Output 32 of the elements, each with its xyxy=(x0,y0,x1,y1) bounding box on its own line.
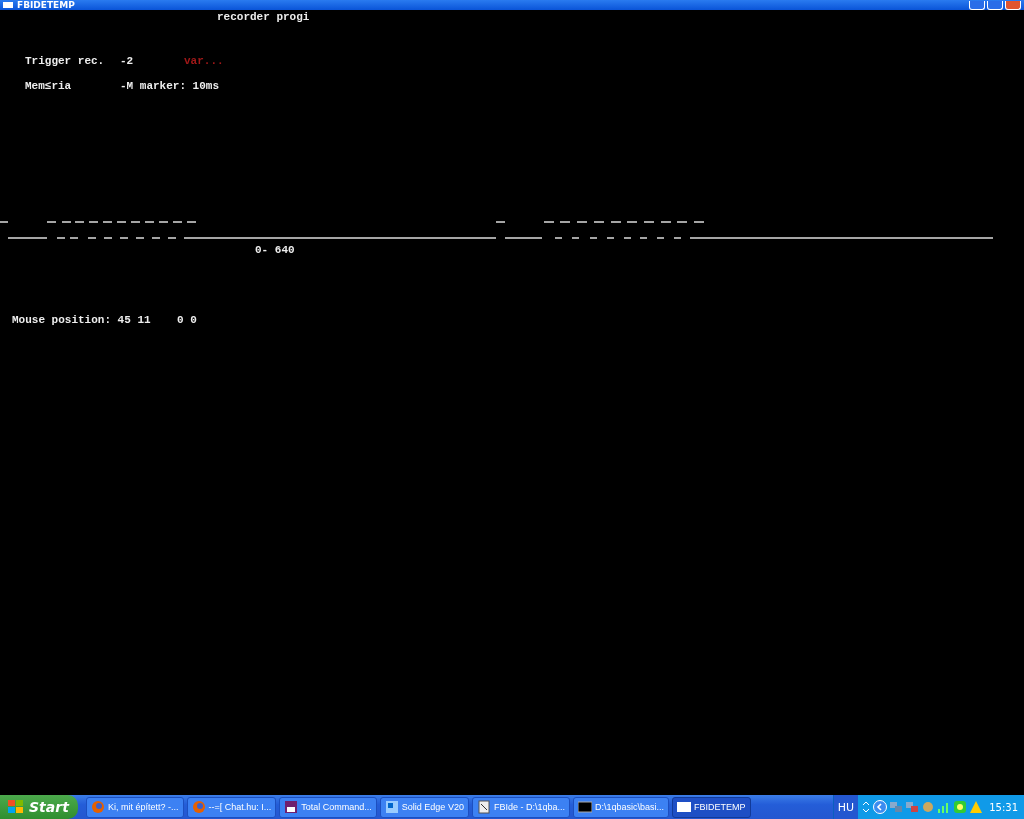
taskbar-button[interactable]: D:\1qbasic\basi... xyxy=(572,796,669,818)
application-icon xyxy=(384,800,399,814)
mouse-position: Mouse position: 45 11 0 0 xyxy=(12,314,198,327)
setting-value: -2 xyxy=(120,55,135,68)
close-button[interactable] xyxy=(1005,1,1021,10)
window-icon xyxy=(3,2,13,8)
window-title: FBIDETEMP xyxy=(17,1,75,10)
start-button[interactable]: Start xyxy=(0,795,78,819)
shield-icon[interactable] xyxy=(953,800,968,814)
taskbar-button[interactable]: Ki, mit épített? -... xyxy=(86,796,184,818)
warning-icon[interactable] xyxy=(969,800,984,814)
language-indicator[interactable]: HU xyxy=(833,795,859,819)
taskbar-button[interactable]: --=[ Chat.hu: I... xyxy=(186,796,277,818)
setting-label: Trigger rec. xyxy=(25,55,106,68)
taskbar-button[interactable]: FBIde - D:\1qba... xyxy=(471,796,570,818)
setting-value: -M marker: 10ms xyxy=(120,80,220,93)
windows-logo-icon xyxy=(8,800,24,814)
scale-label: 0- 640 xyxy=(255,244,296,257)
taskbar-button[interactable]: Solid Edge V20 xyxy=(379,796,469,818)
program-heading: recorder progi xyxy=(217,11,311,24)
setting-label: Mem≤ria xyxy=(25,80,73,93)
taskbar-button[interactable]: Total Command... xyxy=(279,796,377,818)
status-note: var... xyxy=(184,55,224,68)
clock: 15:31 xyxy=(989,801,1018,813)
console-icon xyxy=(577,801,592,813)
maximize-button[interactable] xyxy=(987,1,1003,10)
taskbar-button[interactable]: FBIDETEMP xyxy=(672,796,751,818)
chevron-icon[interactable] xyxy=(873,800,888,814)
window-icon xyxy=(677,801,691,813)
arrows-icon[interactable] xyxy=(861,800,872,814)
document-icon xyxy=(476,800,491,814)
minimize-button[interactable] xyxy=(969,1,985,10)
